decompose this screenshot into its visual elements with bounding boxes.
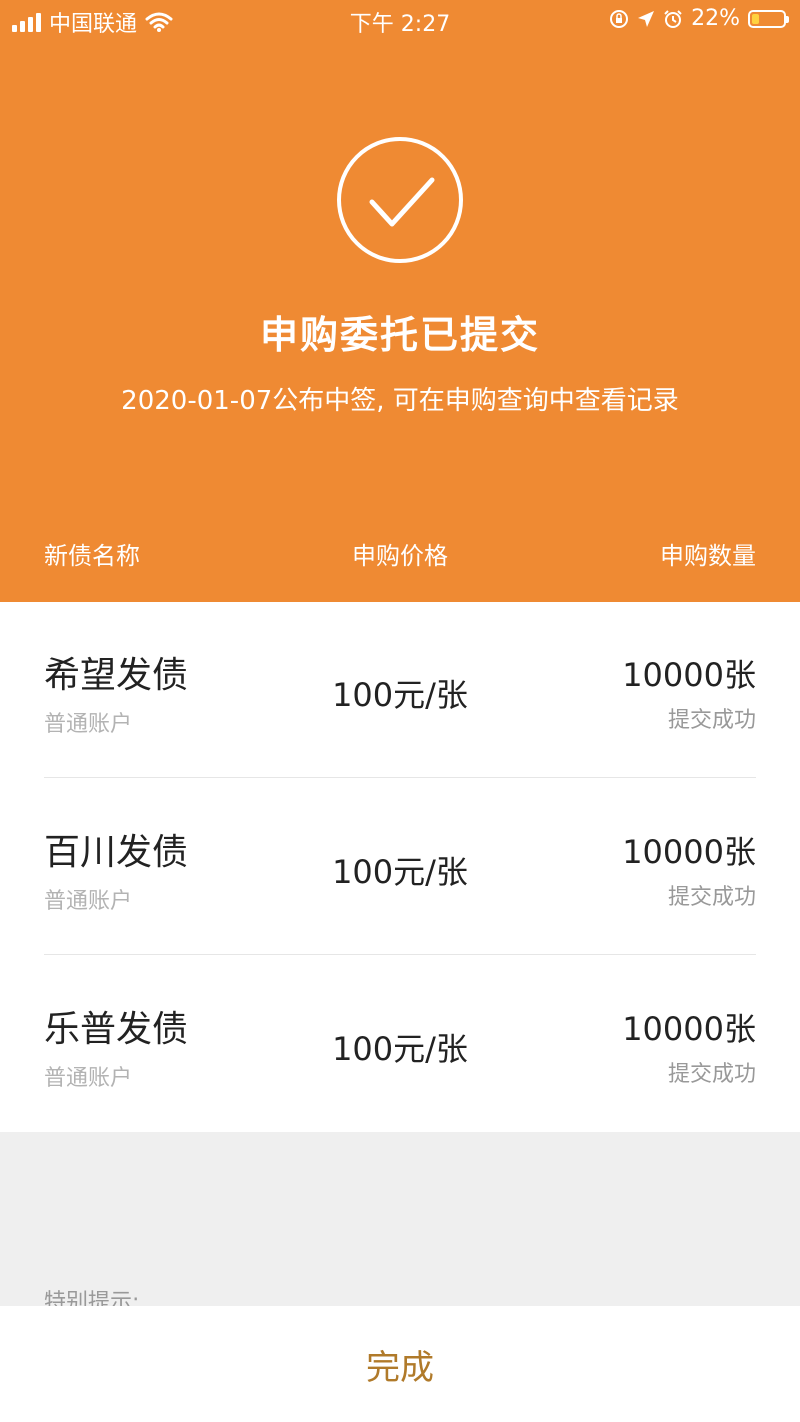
subscription-price: 100元/张 xyxy=(332,853,468,891)
column-header-price: 申购价格 xyxy=(352,542,448,570)
status-bar: 中国联通 下午 2:27 22% xyxy=(0,0,800,40)
battery-icon xyxy=(748,9,789,28)
account-type: 普通账户 xyxy=(44,712,133,737)
location-icon xyxy=(638,10,655,27)
page-title: 申购委托已提交 xyxy=(259,313,540,357)
row-divider xyxy=(44,954,756,955)
bond-name: 希望发债 xyxy=(44,655,189,696)
account-type: 普通账户 xyxy=(44,889,133,914)
orientation-lock-icon xyxy=(610,9,629,28)
row-divider xyxy=(44,777,756,778)
column-header-quantity: 申购数量 xyxy=(660,542,756,570)
alarm-icon xyxy=(664,9,682,28)
battery-percent: 22% xyxy=(691,6,740,31)
column-header-name: 新债名称 xyxy=(44,542,140,570)
subscription-quantity: 10000张 xyxy=(622,656,756,694)
bond-name: 百川发债 xyxy=(44,832,189,873)
submit-status: 提交成功 xyxy=(667,1062,756,1087)
subscription-price: 100元/张 xyxy=(332,676,468,714)
order-row: 百川发债 普通账户 100元/张 10000张 提交成功 xyxy=(44,779,756,955)
subscription-quantity: 10000张 xyxy=(622,833,756,871)
column-headers: 新债名称 申购价格 申购数量 xyxy=(44,536,756,572)
order-row: 希望发债 普通账户 100元/张 10000张 提交成功 xyxy=(44,602,756,778)
bond-name: 乐普发债 xyxy=(44,1009,189,1050)
header: 中国联通 下午 2:27 22% 申购委托已提交 2020-01-07公布中签,… xyxy=(0,0,800,602)
announcement-note: 2020-01-07公布中签, 可在申购查询中查看记录 xyxy=(121,386,679,416)
order-list: 希望发债 普通账户 100元/张 10000张 提交成功 百川发债 普通账户 1… xyxy=(0,602,800,1132)
check-circle-icon xyxy=(337,137,463,263)
bottom-bar: 完成 xyxy=(0,1306,800,1422)
submit-status: 提交成功 xyxy=(667,708,756,733)
subscription-quantity: 10000张 xyxy=(622,1010,756,1048)
done-button[interactable]: 完成 xyxy=(0,1340,800,1389)
submit-status: 提交成功 xyxy=(667,885,756,910)
subscription-price: 100元/张 xyxy=(332,1030,468,1068)
account-type: 普通账户 xyxy=(44,1066,133,1091)
order-row: 乐普发债 普通账户 100元/张 10000张 提交成功 xyxy=(44,956,756,1132)
